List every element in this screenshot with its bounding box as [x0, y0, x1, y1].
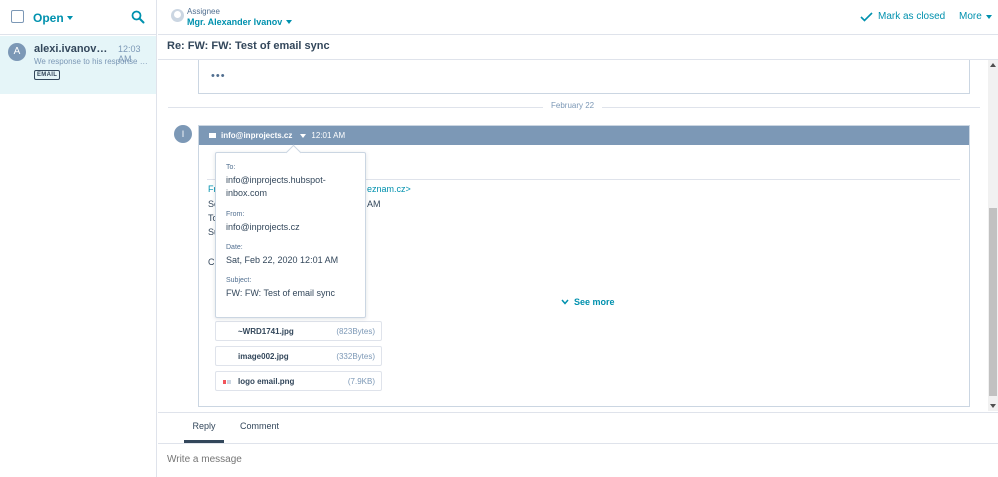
reply-composer: Reply Comment [158, 412, 998, 477]
message-input[interactable] [167, 454, 987, 465]
chevron-down-icon [286, 20, 293, 24]
avatar: A [8, 43, 26, 61]
collapsed-message[interactable]: ••• [198, 60, 970, 94]
attachment-size: (7.9KB) [347, 377, 375, 386]
quoted-sent-time: AM [367, 199, 381, 209]
channel-badge: EMAIL [34, 70, 61, 80]
composer-divider [158, 443, 998, 444]
status-filter-label: Open [33, 11, 64, 25]
thread-subject: Re: FW: FW: Test of email sync [167, 40, 330, 52]
see-more-label: See more [574, 297, 615, 307]
scrollbar-thumb[interactable] [989, 208, 997, 396]
see-more-button[interactable]: See more [561, 297, 615, 307]
search-icon[interactable] [131, 10, 145, 24]
conversation-preview: We response to his response and ... [34, 57, 152, 66]
envelope-icon [209, 133, 216, 138]
attachment-size: (823Bytes) [336, 327, 375, 336]
message-sender: info@inprojects.cz [221, 131, 293, 140]
subject-bar: Re: FW: FW: Test of email sync [158, 36, 998, 60]
user-icon [171, 9, 184, 22]
attachment-item[interactable]: image002.jpg (332Bytes) [215, 346, 382, 366]
popover-date-value: Sat, Feb 22, 2020 12:01 AM [226, 255, 339, 265]
thread-scrollbar[interactable] [988, 60, 998, 411]
chevron-down-icon [985, 14, 992, 19]
status-filter-dropdown[interactable]: Open [33, 11, 73, 25]
mark-as-closed-button[interactable]: Mark as closed [860, 11, 945, 22]
attachment-item[interactable]: logo email.png (7.9KB) [215, 371, 382, 391]
popover-to-value: info@inprojects.hubspot-inbox.com [226, 175, 326, 198]
checkmark-icon [860, 11, 873, 22]
email-details-popover: To: info@inprojects.hubspot-inbox.com Fr… [215, 152, 366, 318]
conversation-sidebar: Open A alexi.ivanov@seznam.cz 12:03 AM W… [0, 0, 157, 477]
popover-subject-label: Subject: [226, 277, 252, 284]
sidebar-header: Open [0, 0, 156, 35]
conversation-sender: alexi.ivanov@seznam.cz [34, 43, 112, 55]
attachment-size: (332Bytes) [336, 352, 375, 361]
image-thumbnail-icon [223, 380, 231, 384]
popover-to-label: To: [226, 164, 236, 171]
chevron-down-icon [561, 299, 569, 305]
mark-as-closed-label: Mark as closed [878, 11, 946, 22]
popover-subject-value: FW: FW: Test of email sync [226, 288, 336, 298]
tab-reply[interactable]: Reply [184, 421, 224, 443]
assignee-name: Mgr. Alexander Ivanov [187, 17, 283, 27]
quoted-from-link[interactable]: eznam.cz> [367, 184, 411, 194]
tab-comment[interactable]: Comment [240, 421, 279, 443]
attachment-item[interactable]: ~WRD1741.jpg (823Bytes) [215, 321, 382, 341]
conversation-list-item[interactable]: A alexi.ivanov@seznam.cz 12:03 AM We res… [0, 36, 156, 94]
date-divider: February 22 [543, 101, 603, 110]
chevron-down-icon [66, 16, 73, 20]
expand-quoted-dots[interactable]: ••• [211, 70, 226, 82]
scroll-down-icon[interactable] [990, 404, 996, 408]
avatar: I [174, 125, 192, 143]
popover-from-value: info@inprojects.cz [226, 222, 300, 232]
more-menu-button[interactable]: More [959, 11, 992, 22]
select-all-checkbox[interactable] [11, 10, 24, 23]
more-label: More [959, 11, 982, 22]
scroll-up-icon[interactable] [990, 63, 996, 67]
message-header[interactable]: info@inprojects.cz 12:01 AM [199, 126, 969, 145]
assignee-dropdown[interactable]: Mgr. Alexander Ivanov [187, 17, 293, 27]
attachment-name: logo email.png [238, 377, 295, 386]
assignee-label: Assignee [187, 7, 220, 16]
details-toggle-icon[interactable] [300, 133, 307, 138]
popover-from-label: From: [226, 211, 245, 218]
popover-date-label: Date: [226, 244, 243, 251]
attachment-name: ~WRD1741.jpg [238, 327, 294, 336]
attachment-name: image002.jpg [238, 352, 289, 361]
message-time: 12:01 AM [311, 131, 346, 140]
body-text: C [208, 257, 215, 267]
conversation-header: Assignee Mgr. Alexander Ivanov Mark as c… [158, 0, 998, 35]
